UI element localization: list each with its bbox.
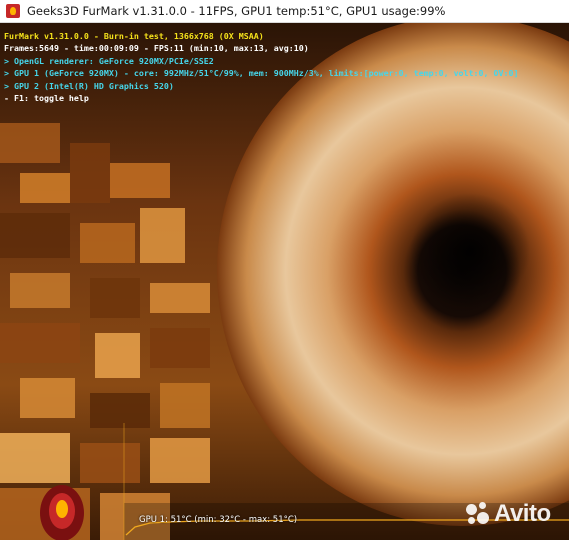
gpu-temp-graph-label: GPU 1: 51°C (min: 32°C - max: 51°C)	[139, 515, 298, 525]
hud-help-line: - F1: toggle help	[4, 92, 89, 103]
window-title: Geeks3D FurMark v1.31.0.0 - 11FPS, GPU1 …	[27, 4, 446, 18]
hud-renderer-line: > OpenGL renderer: GeForce 920MX/PCIe/SS…	[4, 55, 214, 66]
furmark-window: Geeks3D FurMark v1.31.0.0 - 11FPS, GPU1 …	[0, 0, 569, 540]
avito-watermark-text: Avito	[494, 500, 551, 527]
avito-watermark: Avito	[464, 500, 551, 528]
furmark-app-icon	[6, 4, 20, 18]
hud-overlay: FurMark v1.31.0.0 - Burn-in test, 1366x7…	[4, 30, 519, 104]
window-titlebar[interactable]: Geeks3D FurMark v1.31.0.0 - 11FPS, GPU1 …	[0, 0, 569, 23]
avito-logo-icon	[464, 501, 490, 527]
hud-frames-line: Frames:5649 - time:00:09:09 - FPS:11 (mi…	[4, 43, 309, 54]
hud-gpu1-line: > GPU 1 (GeForce 920MX) - core: 992MHz/5…	[4, 68, 519, 79]
hud-gpu2-line: > GPU 2 (Intel(R) HD Graphics 520)	[4, 80, 174, 91]
hud-title-line: FurMark v1.31.0.0 - Burn-in test, 1366x7…	[4, 31, 264, 41]
